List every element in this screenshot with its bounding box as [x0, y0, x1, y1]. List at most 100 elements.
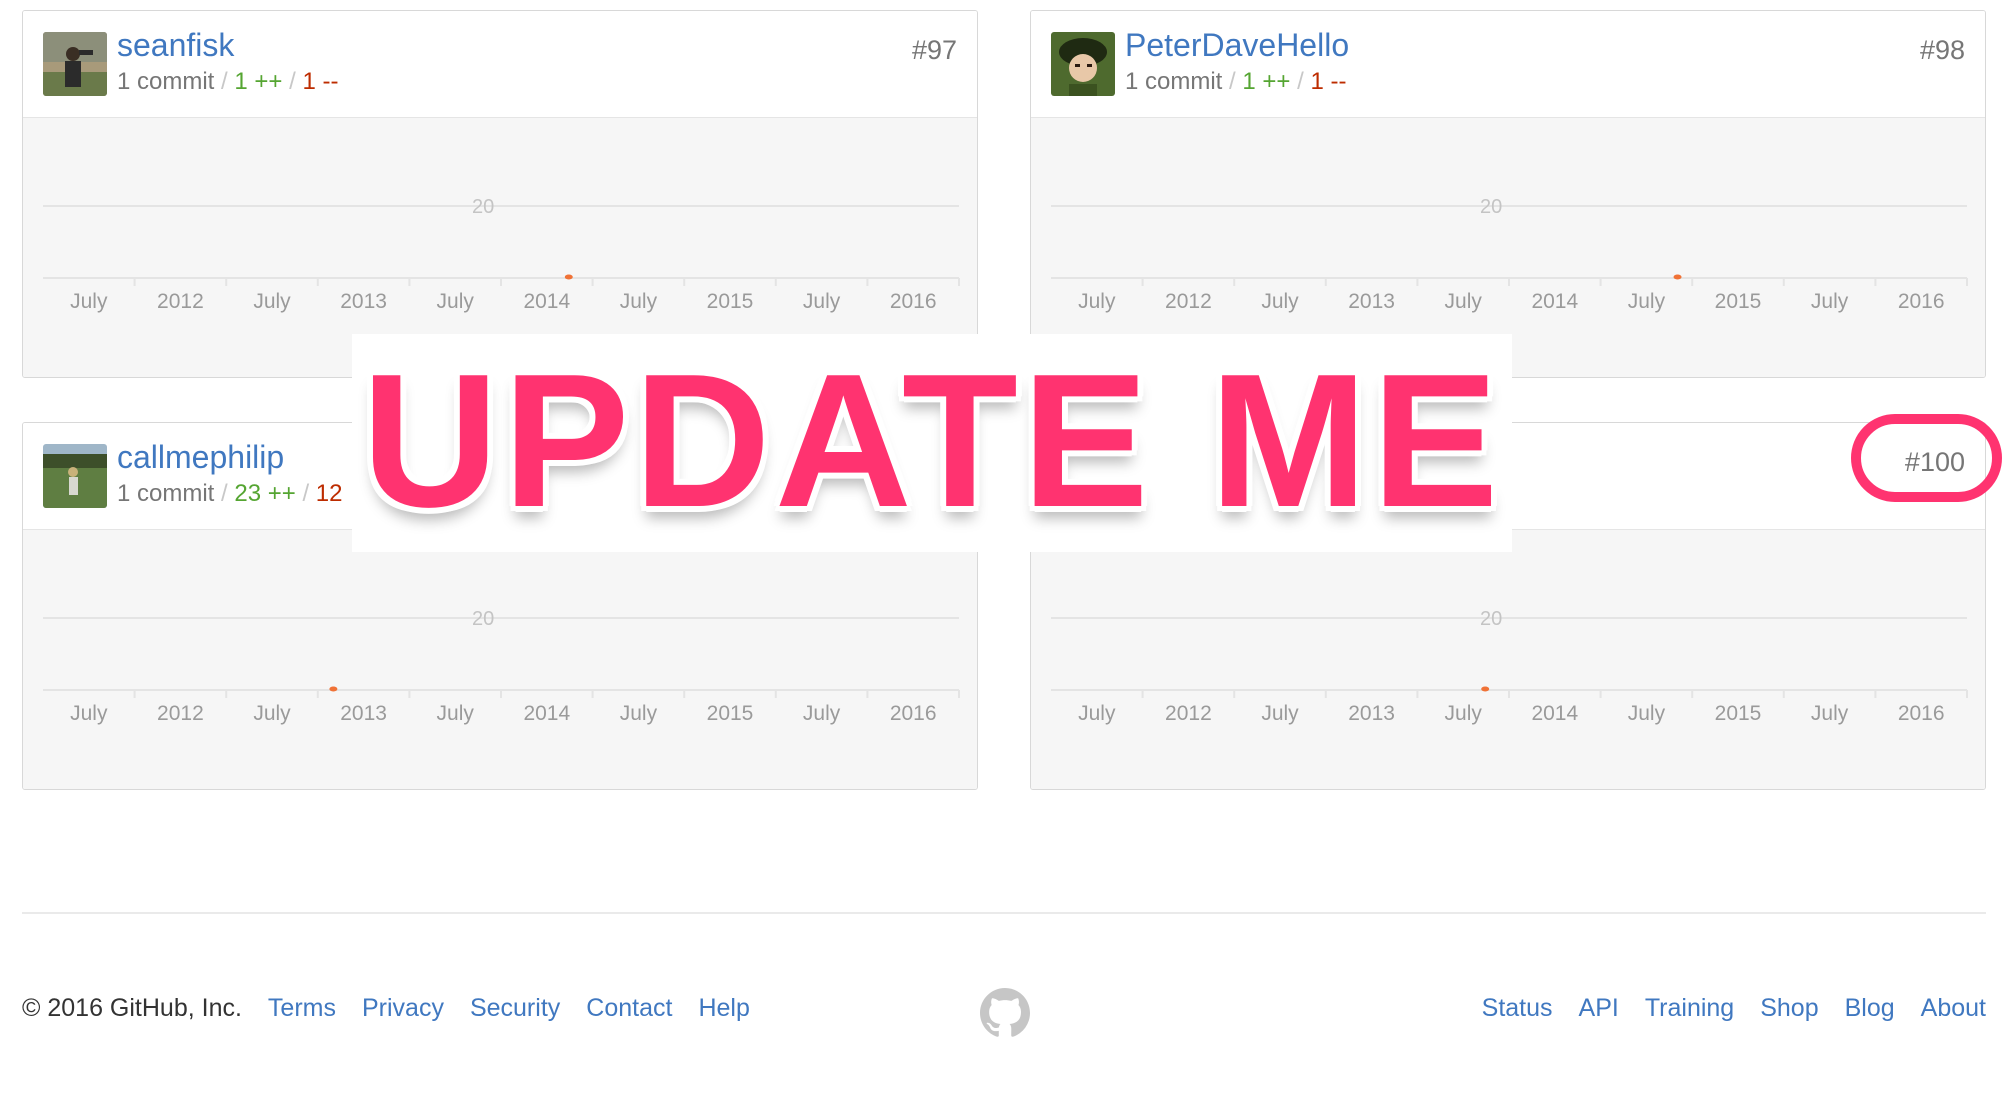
footer-link-api[interactable]: API: [1579, 994, 1619, 1023]
x-tick-label: 2016: [1898, 290, 1945, 313]
x-tick-label: July: [1628, 702, 1666, 725]
update-me-text: UPDATE ME: [361, 335, 1503, 547]
contributor-card: PeterDaveHello 1 commit / 1 ++ / 1 -- #9…: [1030, 10, 1986, 378]
update-me-banner: UPDATE ME: [352, 334, 1512, 552]
commit-marker: [1673, 274, 1682, 280]
footer-link-help[interactable]: Help: [698, 994, 749, 1023]
additions-count: 1 ++: [234, 68, 283, 95]
x-tick-label: 2016: [890, 702, 937, 725]
x-tick-label: 2014: [523, 290, 570, 313]
footer-link-status[interactable]: Status: [1482, 994, 1553, 1023]
x-tick-label: July: [70, 702, 108, 725]
footer-link-contact[interactable]: Contact: [586, 994, 672, 1023]
x-tick-label: 2015: [707, 702, 754, 725]
x-tick-label: 2016: [890, 290, 937, 313]
contributor-stats: 1 commit / 1 ++ / 1 --: [1125, 68, 1346, 96]
contributor-card: seanfisk 1 commit / 1 ++ / 1 -- #97 20 Ju…: [22, 10, 978, 378]
commit-marker: [1481, 686, 1490, 692]
contributor-username-link[interactable]: callmephilip: [117, 439, 284, 476]
footer-link-security[interactable]: Security: [470, 994, 560, 1023]
footer-left-links: © 2016 GitHub, Inc. Terms Privacy Securi…: [22, 994, 776, 1023]
x-tick-label: 2012: [157, 290, 204, 313]
deletions-count: 1 --: [302, 68, 339, 95]
x-tick-label: July: [1445, 290, 1483, 313]
x-tick-label: July: [70, 290, 108, 313]
x-tick-label: July: [253, 702, 291, 725]
y-tick-label: 20: [1480, 196, 1502, 218]
contributor-stats: 1 commit / 23 ++ / 12: [117, 480, 343, 508]
rank-highlight-ring: [1851, 414, 2002, 502]
x-tick-label: 2014: [1531, 290, 1578, 313]
copyright: © 2016 GitHub, Inc.: [22, 994, 242, 1022]
x-tick-label: 2012: [157, 702, 204, 725]
contribution-graph: 20 July 2012 July 2013 July 2014 July 2015 July 20…: [23, 530, 977, 789]
x-tick-label: July: [437, 702, 475, 725]
stats-separator: /: [295, 480, 316, 507]
additions-count: 23 ++: [234, 480, 296, 507]
x-tick-label: 2013: [1348, 290, 1395, 313]
graph-svg: 20 July 2012 July 2013 July 2014 July 2015 July 20…: [43, 608, 960, 725]
footer-link-privacy[interactable]: Privacy: [362, 994, 444, 1023]
stats-separator: /: [214, 480, 235, 507]
x-tick-label: July: [620, 290, 658, 313]
x-tick-label: July: [1261, 702, 1299, 725]
y-tick-label: 20: [472, 196, 494, 218]
commit-marker: [564, 274, 573, 280]
x-tick-label: July: [1445, 702, 1483, 725]
x-tick-label: 2016: [1898, 702, 1945, 725]
commit-count[interactable]: 1 commit: [117, 480, 214, 507]
contributor-rank: #98: [1919, 35, 1965, 65]
deletions-count: 12: [315, 480, 343, 507]
x-tick-label: 2015: [1715, 702, 1762, 725]
contributor-username-link[interactable]: seanfisk: [117, 27, 234, 64]
stats-separator: /: [214, 68, 235, 95]
contribution-graph: 20 July 2012 July 2013 July 2014 July 2015 July 20…: [1031, 530, 1985, 789]
x-tick-label: 2015: [707, 290, 754, 313]
avatar[interactable]: [1051, 32, 1115, 96]
graph-svg: 20 July 2012 July 2013 July 2014 July 2015 July 20…: [1051, 608, 1968, 725]
x-tick-label: July: [1811, 290, 1849, 313]
x-tick-label: July: [437, 290, 475, 313]
x-tick-label: July: [803, 702, 841, 725]
x-tick-label: July: [1078, 702, 1116, 725]
footer-divider: [22, 912, 1986, 914]
y-tick-label: 20: [1480, 608, 1502, 630]
footer-link-about[interactable]: About: [1921, 994, 1986, 1023]
stats-separator: /: [1290, 68, 1311, 95]
x-tick-label: 2013: [340, 702, 387, 725]
contributor-header: PeterDaveHello 1 commit / 1 ++ / 1 -- #9…: [1031, 11, 1985, 118]
footer-link-training[interactable]: Training: [1645, 994, 1734, 1023]
commit-count[interactable]: 1 commit: [117, 68, 214, 95]
x-tick-label: 2013: [340, 290, 387, 313]
contributor-rank: #97: [911, 35, 957, 65]
x-tick-label: 2014: [523, 702, 570, 725]
x-tick-label: July: [1261, 290, 1299, 313]
x-tick-label: July: [1811, 702, 1849, 725]
deletions-count: 1 --: [1310, 68, 1347, 95]
commit-count[interactable]: 1 commit: [1125, 68, 1222, 95]
y-tick-label: 20: [472, 608, 494, 630]
footer-right-links: Status API Training Shop Blog About: [1456, 994, 1986, 1023]
contributor-stats: 1 commit / 1 ++ / 1 --: [117, 68, 338, 96]
commit-marker: [329, 686, 338, 692]
x-tick-label: 2012: [1165, 290, 1212, 313]
x-tick-label: 2014: [1531, 702, 1578, 725]
avatar[interactable]: [43, 444, 107, 508]
github-octocat-icon[interactable]: [980, 988, 1030, 1043]
avatar[interactable]: [43, 32, 107, 96]
footer-link-blog[interactable]: Blog: [1845, 994, 1895, 1023]
x-tick-label: July: [1628, 290, 1666, 313]
stats-separator: /: [282, 68, 303, 95]
footer-link-terms[interactable]: Terms: [268, 994, 336, 1023]
contributor-header: seanfisk 1 commit / 1 ++ / 1 -- #97: [23, 11, 977, 118]
stats-separator: /: [1222, 68, 1243, 95]
x-tick-label: July: [620, 702, 658, 725]
x-tick-label: 2012: [1165, 702, 1212, 725]
x-tick-label: July: [1078, 290, 1116, 313]
additions-count: 1 ++: [1242, 68, 1291, 95]
footer-link-shop[interactable]: Shop: [1760, 994, 1818, 1023]
contributor-username-link[interactable]: PeterDaveHello: [1125, 27, 1349, 64]
x-tick-label: 2015: [1715, 290, 1762, 313]
x-tick-label: 2013: [1348, 702, 1395, 725]
x-tick-label: July: [803, 290, 841, 313]
